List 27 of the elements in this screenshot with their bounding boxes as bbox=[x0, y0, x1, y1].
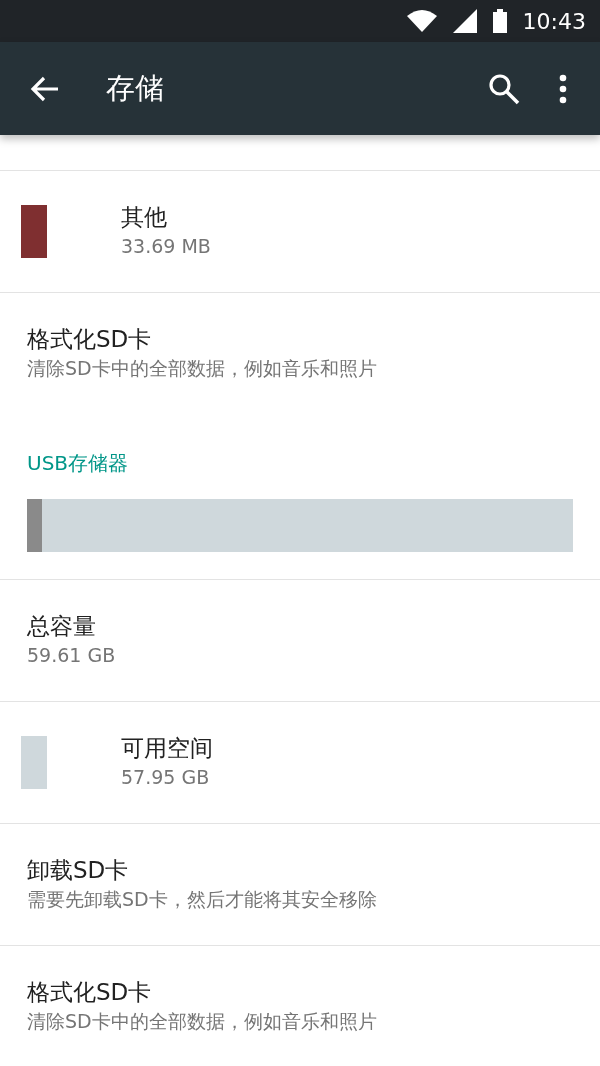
item-title: 格式化SD卡 bbox=[27, 325, 153, 355]
wifi-icon bbox=[406, 10, 437, 32]
settings-item[interactable]: 格式化SD卡 清除SD卡中的全部数据，例如音乐和照片 bbox=[0, 945, 600, 1066]
settings-item[interactable]: 格式化SD卡 清除SD卡中的全部数据，例如音乐和照片 bbox=[0, 292, 600, 414]
item-subtitle: 清除SD卡中的全部数据，例如音乐和照片 bbox=[27, 1009, 377, 1035]
settings-item[interactable]: 卸载SD卡 需要先卸载SD卡，然后才能将其安全移除 bbox=[0, 823, 600, 945]
battery-icon bbox=[492, 9, 507, 33]
item-subtitle: 59.61 GB bbox=[27, 643, 116, 669]
item-subtitle: 57.95 GB bbox=[121, 765, 211, 791]
settings-item[interactable]: 其他 33.69 MB bbox=[0, 170, 600, 292]
search-icon bbox=[488, 72, 520, 105]
item-title: 卸载SD卡 bbox=[27, 856, 130, 886]
more-options-icon bbox=[558, 73, 568, 104]
settings-item[interactable]: 可用空间 57.95 GB bbox=[0, 701, 600, 823]
signal-icon bbox=[452, 9, 477, 33]
settings-item[interactable]: 总容量 59.61 GB bbox=[0, 579, 600, 701]
clock-time: 10:43 bbox=[522, 7, 586, 36]
item-title: 可用空间 bbox=[121, 734, 213, 764]
screen-title: 存储 bbox=[106, 69, 165, 107]
back-arrow-icon bbox=[30, 75, 60, 102]
item-title: 其他 bbox=[121, 203, 168, 233]
item-subtitle: 需要先卸载SD卡，然后才能将其安全移除 bbox=[27, 887, 377, 913]
item-title: 总容量 bbox=[27, 612, 97, 642]
item-subtitle: 33.69 MB bbox=[121, 234, 211, 260]
item-subtitle: 清除SD卡中的全部数据，例如音乐和照片 bbox=[27, 356, 377, 382]
item-title: 格式化SD卡 bbox=[27, 978, 153, 1008]
section-header: USB存储器 bbox=[27, 451, 129, 475]
